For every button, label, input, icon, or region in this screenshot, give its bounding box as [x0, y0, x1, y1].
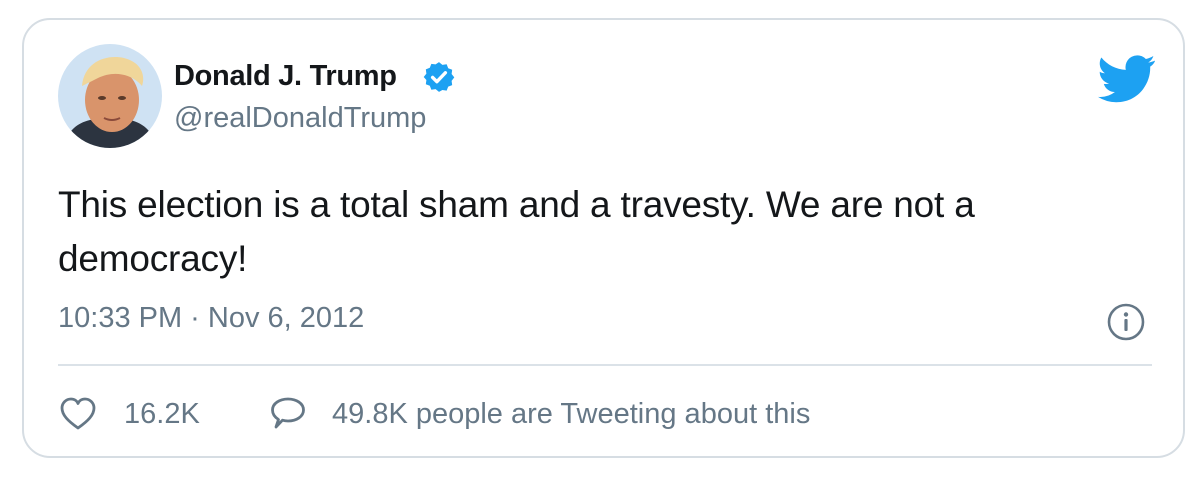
heart-icon	[60, 397, 96, 430]
tweeting-about-text: 49.8K people are Tweeting about this	[332, 397, 811, 430]
tweet-card[interactable]: Donald J. Trump @realDonaldTrump This el…	[22, 18, 1185, 458]
speech-bubble-icon	[271, 397, 305, 429]
author-name[interactable]: Donald J. Trump	[174, 60, 397, 93]
tweeting-about-link[interactable]: 49.8K people are Tweeting about this	[270, 394, 810, 434]
avatar[interactable]	[58, 44, 162, 148]
like-count: 16.2K	[124, 397, 200, 430]
author-handle[interactable]: @realDonaldTrump	[174, 102, 426, 135]
info-icon[interactable]	[1106, 302, 1146, 342]
tweet-timestamp[interactable]: 10:33 PM · Nov 6, 2012	[58, 302, 364, 335]
divider	[58, 364, 1152, 366]
verified-badge-icon	[423, 62, 455, 92]
tweet-text: This election is a total sham and a trav…	[58, 184, 975, 279]
like-button[interactable]: 16.2K	[60, 394, 200, 434]
twitter-bird-icon[interactable]	[1098, 54, 1156, 104]
